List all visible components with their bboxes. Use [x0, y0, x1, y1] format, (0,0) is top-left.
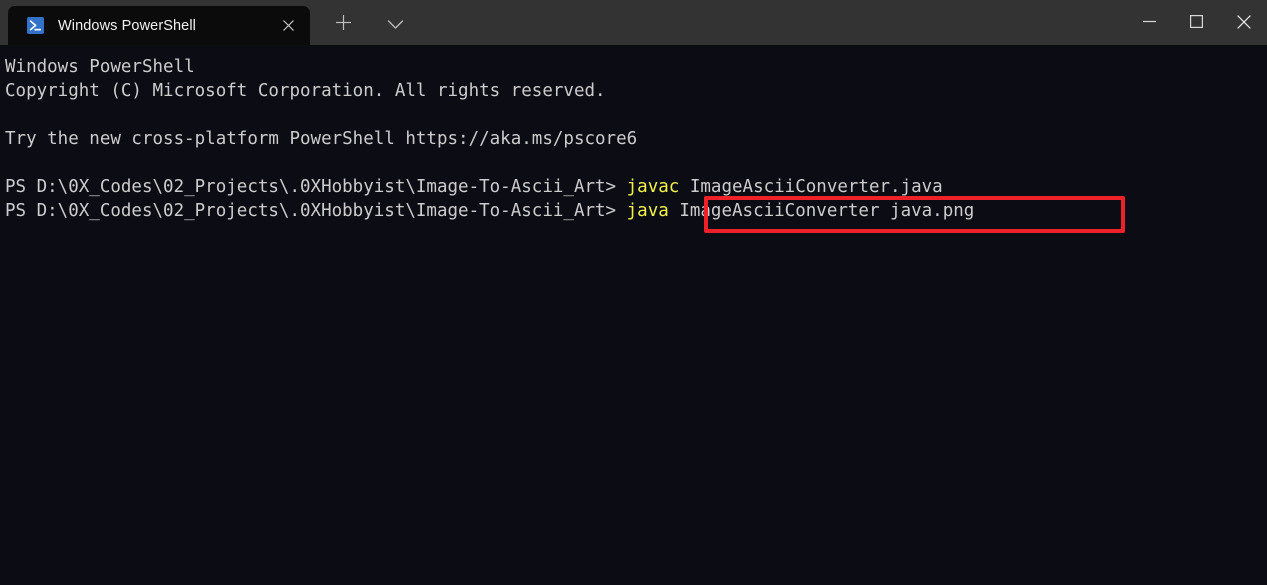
- window-controls: [1126, 0, 1267, 45]
- powershell-icon: [27, 17, 44, 34]
- command-line-1: PS D:\0X_Codes\02_Projects\.0XHobbyist\I…: [5, 175, 1267, 199]
- command-line-2: PS D:\0X_Codes\02_Projects\.0XHobbyist\I…: [5, 199, 1267, 223]
- terminal-text: ImageAsciiConverter java.png: [668, 201, 975, 221]
- tab-strip: Windows PowerShell: [0, 0, 414, 45]
- minimize-button[interactable]: [1126, 0, 1173, 43]
- new-tab-button[interactable]: [324, 5, 362, 43]
- title-bar: Windows PowerShell: [0, 0, 1267, 45]
- powershell-window: Windows PowerShell Windows PowerShell Co…: [0, 0, 1267, 585]
- terminal-text: Windows PowerShell: [5, 57, 195, 77]
- terminal-text: Copyright (C) Microsoft Corporation. All…: [5, 81, 606, 101]
- banner-copyright: Copyright (C) Microsoft Corporation. All…: [5, 79, 1267, 103]
- terminal-text: PS D:\0X_Codes\02_Projects\.0XHobbyist\I…: [5, 201, 627, 221]
- maximize-button[interactable]: [1173, 0, 1220, 43]
- banner-promo: Try the new cross-platform PowerShell ht…: [5, 127, 1267, 151]
- tab-windows-powershell[interactable]: Windows PowerShell: [8, 6, 310, 45]
- tab-dropdown-button[interactable]: [376, 5, 414, 43]
- banner-title: Windows PowerShell: [5, 55, 1267, 79]
- plus-icon: [335, 14, 352, 35]
- terminal-output-area[interactable]: Windows PowerShell Copyright (C) Microsof…: [0, 45, 1267, 585]
- terminal-text: ImageAsciiConverter.java: [679, 177, 943, 197]
- tab-label: Windows PowerShell: [58, 17, 196, 34]
- titlebar-drag-region: [414, 0, 1126, 45]
- close-button[interactable]: [1220, 0, 1267, 43]
- tab-close-icon[interactable]: [272, 11, 304, 41]
- maximize-icon: [1189, 14, 1204, 29]
- terminal-text: Try the new cross-platform PowerShell ht…: [5, 129, 638, 149]
- close-icon: [1236, 14, 1252, 30]
- chevron-down-icon: [387, 15, 404, 34]
- terminal-text: PS D:\0X_Codes\02_Projects\.0XHobbyist\I…: [5, 177, 627, 197]
- minimize-icon: [1142, 14, 1157, 29]
- command-keyword: java: [626, 201, 669, 221]
- command-keyword: javac: [626, 177, 680, 197]
